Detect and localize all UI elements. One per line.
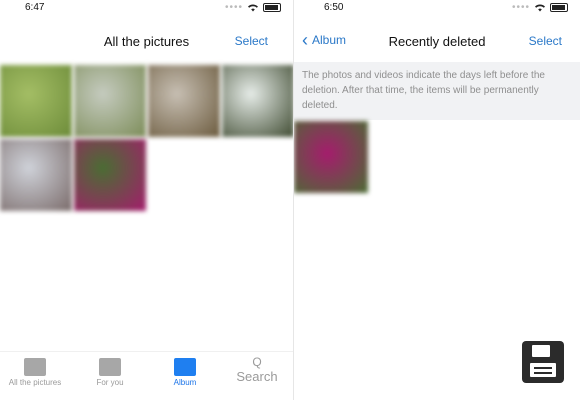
save-icon[interactable] (522, 341, 564, 383)
status-bar: 6:47 •••• (0, 0, 293, 16)
nav-bar: ‹ Album Recently deleted Select (294, 28, 580, 58)
photos-icon (24, 358, 46, 376)
photo-thumbnail[interactable] (0, 65, 72, 137)
for-you-icon (99, 358, 121, 376)
tab-label: All the pictures (8, 378, 62, 387)
signal-icon: •••• (511, 2, 530, 13)
search-icon: Q (252, 355, 262, 369)
photo-thumbnail[interactable] (294, 121, 368, 193)
album-icon (174, 358, 196, 376)
photo-thumbnail[interactable] (0, 139, 72, 211)
all-pictures-screen: 6:47 •••• All the pictures Select All th… (0, 0, 293, 400)
signal-icon: •••• (224, 2, 243, 13)
status-time: 6:47 (25, 2, 45, 13)
tab-all-pictures[interactable]: All the pictures (0, 358, 70, 387)
status-icons: •••• (512, 2, 568, 13)
photo-thumbnail[interactable] (74, 65, 146, 137)
battery-icon (550, 3, 568, 12)
photo-thumbnail[interactable] (74, 139, 146, 211)
tab-label: Album (173, 378, 197, 387)
status-bar: 6:50 •••• (294, 0, 580, 16)
status-time: 6:50 (324, 2, 344, 13)
wifi-icon (248, 4, 258, 12)
save-icon-line (534, 367, 552, 369)
save-icon-line (534, 372, 552, 374)
recently-deleted-screen: 6:50 •••• ‹ Album Recently deleted Selec… (294, 0, 580, 400)
tab-bar: All the pictures For you Album Q Search (0, 351, 293, 400)
deletion-notice: The photos and videos indicate the days … (294, 62, 580, 120)
select-button[interactable]: Select (529, 34, 562, 48)
wifi-icon (535, 4, 545, 12)
tab-album[interactable]: Album (150, 358, 220, 387)
status-icons: •••• (225, 2, 281, 13)
nav-bar: All the pictures Select (0, 28, 293, 58)
tab-label: For you (96, 378, 124, 387)
photo-thumbnail[interactable] (148, 65, 220, 137)
select-button[interactable]: Select (235, 34, 268, 48)
photo-thumbnail[interactable] (222, 65, 293, 137)
tab-search[interactable]: Q Search (227, 356, 287, 386)
tab-label: Search (236, 369, 278, 384)
tab-for-you[interactable]: For you (75, 358, 145, 387)
battery-icon (263, 3, 281, 12)
